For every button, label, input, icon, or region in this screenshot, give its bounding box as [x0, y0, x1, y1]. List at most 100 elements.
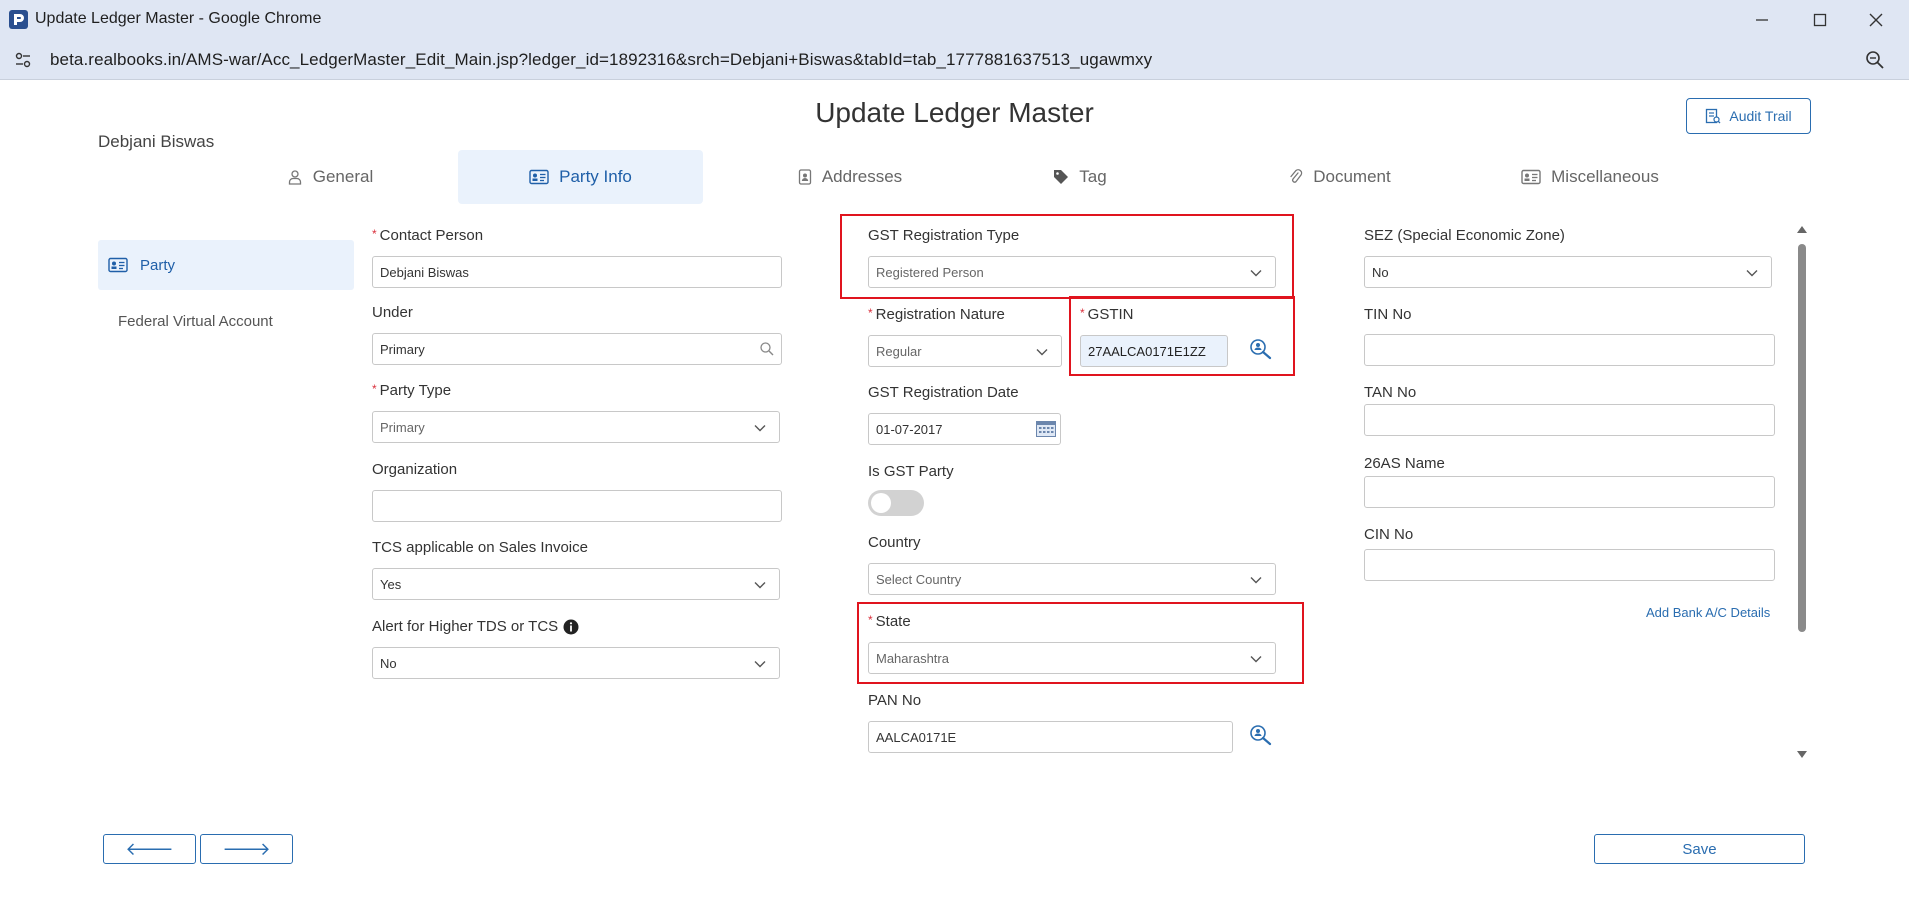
pan-no-label: PAN No [868, 692, 922, 709]
sidebar-item-party[interactable]: Party [98, 240, 354, 290]
chevron-down-icon [1250, 656, 1262, 663]
site-settings-icon[interactable] [14, 51, 32, 69]
alert-higher-tds-label: Alert for Higher TDS or TCS [372, 618, 579, 635]
gstin-label: * GSTIN [1080, 306, 1134, 323]
party-type-select[interactable]: Primary [372, 411, 780, 443]
contact-person-input[interactable]: Debjani Biswas [372, 256, 782, 288]
search-icon[interactable] [759, 341, 775, 357]
audit-trail-label: Audit Trail [1729, 108, 1792, 124]
tan-no-input[interactable] [1364, 404, 1775, 436]
close-window-button[interactable] [1853, 4, 1899, 36]
ledger-master-page: Update Ledger Master Audit Trail Debjani… [0, 80, 1909, 916]
contact-book-icon [798, 169, 811, 185]
sidebar-item-party-label: Party [140, 256, 176, 274]
next-button[interactable]: 🡒 [200, 834, 293, 864]
tab-miscellaneous[interactable]: Miscellaneous [1490, 150, 1690, 204]
cin-no-input[interactable] [1364, 549, 1775, 581]
registration-nature-select[interactable]: Regular [868, 335, 1062, 367]
26as-name-input[interactable] [1364, 476, 1775, 508]
tag-icon [1054, 170, 1069, 184]
scroll-up-arrow-icon[interactable] [1796, 224, 1808, 234]
gst-registration-type-label: GST Registration Type [868, 227, 1020, 244]
chevron-down-icon [1250, 577, 1262, 584]
tcs-applicable-select[interactable]: Yes [372, 568, 780, 600]
save-button[interactable]: Save [1594, 834, 1805, 864]
id-card-icon [108, 257, 128, 273]
pan-no-input[interactable]: AALCA0171E [868, 721, 1233, 753]
gst-registration-date-input[interactable]: 01-07-2017 [868, 413, 1061, 445]
arrow-left-icon: 🡐 [125, 838, 174, 859]
minimize-button[interactable] [1739, 4, 1785, 36]
state-select[interactable]: Maharashtra [868, 642, 1276, 674]
contact-person-label: * Contact Person [372, 227, 484, 244]
arrow-right-icon: 🡒 [222, 838, 271, 859]
info-icon[interactable] [563, 619, 579, 635]
country-select[interactable]: Select Country [868, 563, 1276, 595]
chevron-down-icon [1036, 349, 1048, 356]
id-card-icon [1521, 169, 1541, 185]
sidebar-item-federal-label: Federal Virtual Account [118, 312, 273, 330]
close-icon [1869, 13, 1883, 27]
tab-bar: General Party Info Addresses Tag Documen… [0, 150, 1909, 204]
tab-addresses-label: Addresses [821, 167, 903, 186]
tab-party-info[interactable]: Party Info [458, 150, 703, 204]
gst-registration-date-label: GST Registration Date [868, 384, 1019, 401]
26as-name-label: 26AS Name [1364, 455, 1445, 472]
tab-addresses[interactable]: Addresses [760, 150, 940, 204]
tab-party-info-label: Party Info [559, 167, 632, 186]
previous-button[interactable]: 🡐 [103, 834, 196, 864]
party-type-label: * Party Type [372, 382, 452, 399]
maximize-icon [1813, 13, 1827, 27]
maximize-button[interactable] [1797, 4, 1843, 36]
tab-tag-label: Tag [1079, 167, 1107, 186]
is-gst-party-toggle[interactable] [868, 490, 924, 516]
tab-document[interactable]: Document [1260, 150, 1420, 204]
realbooks-logo-icon [9, 10, 28, 29]
cin-no-label: CIN No [1364, 526, 1414, 543]
gst-registration-type-select[interactable]: Registered Person [868, 256, 1276, 288]
chevron-down-icon [1250, 270, 1262, 277]
sez-label: SEZ (Special Economic Zone) [1364, 227, 1565, 244]
registration-nature-label: * Registration Nature [868, 306, 1005, 323]
calendar-icon[interactable] [1036, 421, 1056, 437]
audit-trail-button[interactable]: Audit Trail [1686, 98, 1811, 134]
under-search-input[interactable]: Primary [372, 333, 782, 365]
chevron-down-icon [754, 582, 766, 589]
sidebar-item-federal-virtual-account[interactable]: Federal Virtual Account [98, 296, 354, 346]
paperclip-icon [1290, 169, 1303, 183]
tin-no-input[interactable] [1364, 334, 1775, 366]
under-label: Under [372, 304, 413, 321]
address-bar[interactable]: beta.realbooks.in/AMS-war/Acc_LedgerMast… [0, 40, 1909, 80]
scrollbar-thumb[interactable] [1798, 244, 1806, 632]
chevron-down-icon [1746, 270, 1758, 277]
alert-higher-tds-select[interactable]: No [372, 647, 780, 679]
zoom-icon[interactable] [1865, 50, 1885, 70]
tab-tag[interactable]: Tag [1030, 150, 1130, 204]
url-text[interactable]: beta.realbooks.in/AMS-war/Acc_LedgerMast… [50, 50, 1152, 70]
sez-select[interactable]: No [1364, 256, 1772, 288]
country-label: Country [868, 534, 921, 551]
tab-general-label: General [312, 167, 374, 186]
tab-document-label: Document [1313, 167, 1391, 186]
scroll-down-arrow-icon[interactable] [1796, 750, 1808, 760]
state-label: * State [868, 613, 911, 630]
tab-miscellaneous-label: Miscellaneous [1551, 167, 1659, 186]
is-gst-party-label: Is GST Party [868, 463, 954, 480]
save-label: Save [1682, 840, 1717, 858]
tab-general[interactable]: General [250, 150, 410, 204]
tcs-applicable-label: TCS applicable on Sales Invoice [372, 539, 588, 556]
audit-report-icon [1706, 108, 1721, 124]
organization-input[interactable] [372, 490, 782, 522]
gstin-input[interactable]: 27AALCA0171E1ZZ [1080, 335, 1228, 367]
browser-titlebar: Update Ledger Master - Google Chrome [0, 0, 1909, 40]
add-bank-details-link[interactable]: Add Bank A/C Details [1646, 605, 1770, 620]
page-title: Update Ledger Master [815, 97, 1094, 128]
gstin-verify-icon[interactable] [1249, 338, 1273, 360]
id-card-icon [529, 169, 549, 185]
window-title: Update Ledger Master - Google Chrome [35, 10, 322, 27]
form-scrollbar[interactable] [1795, 224, 1809, 760]
pan-verify-icon[interactable] [1249, 724, 1273, 746]
ledger-name: Debjani Biswas [98, 132, 215, 151]
party-side-nav: Party Federal Virtual Account [98, 240, 354, 346]
minimize-icon [1756, 19, 1768, 21]
